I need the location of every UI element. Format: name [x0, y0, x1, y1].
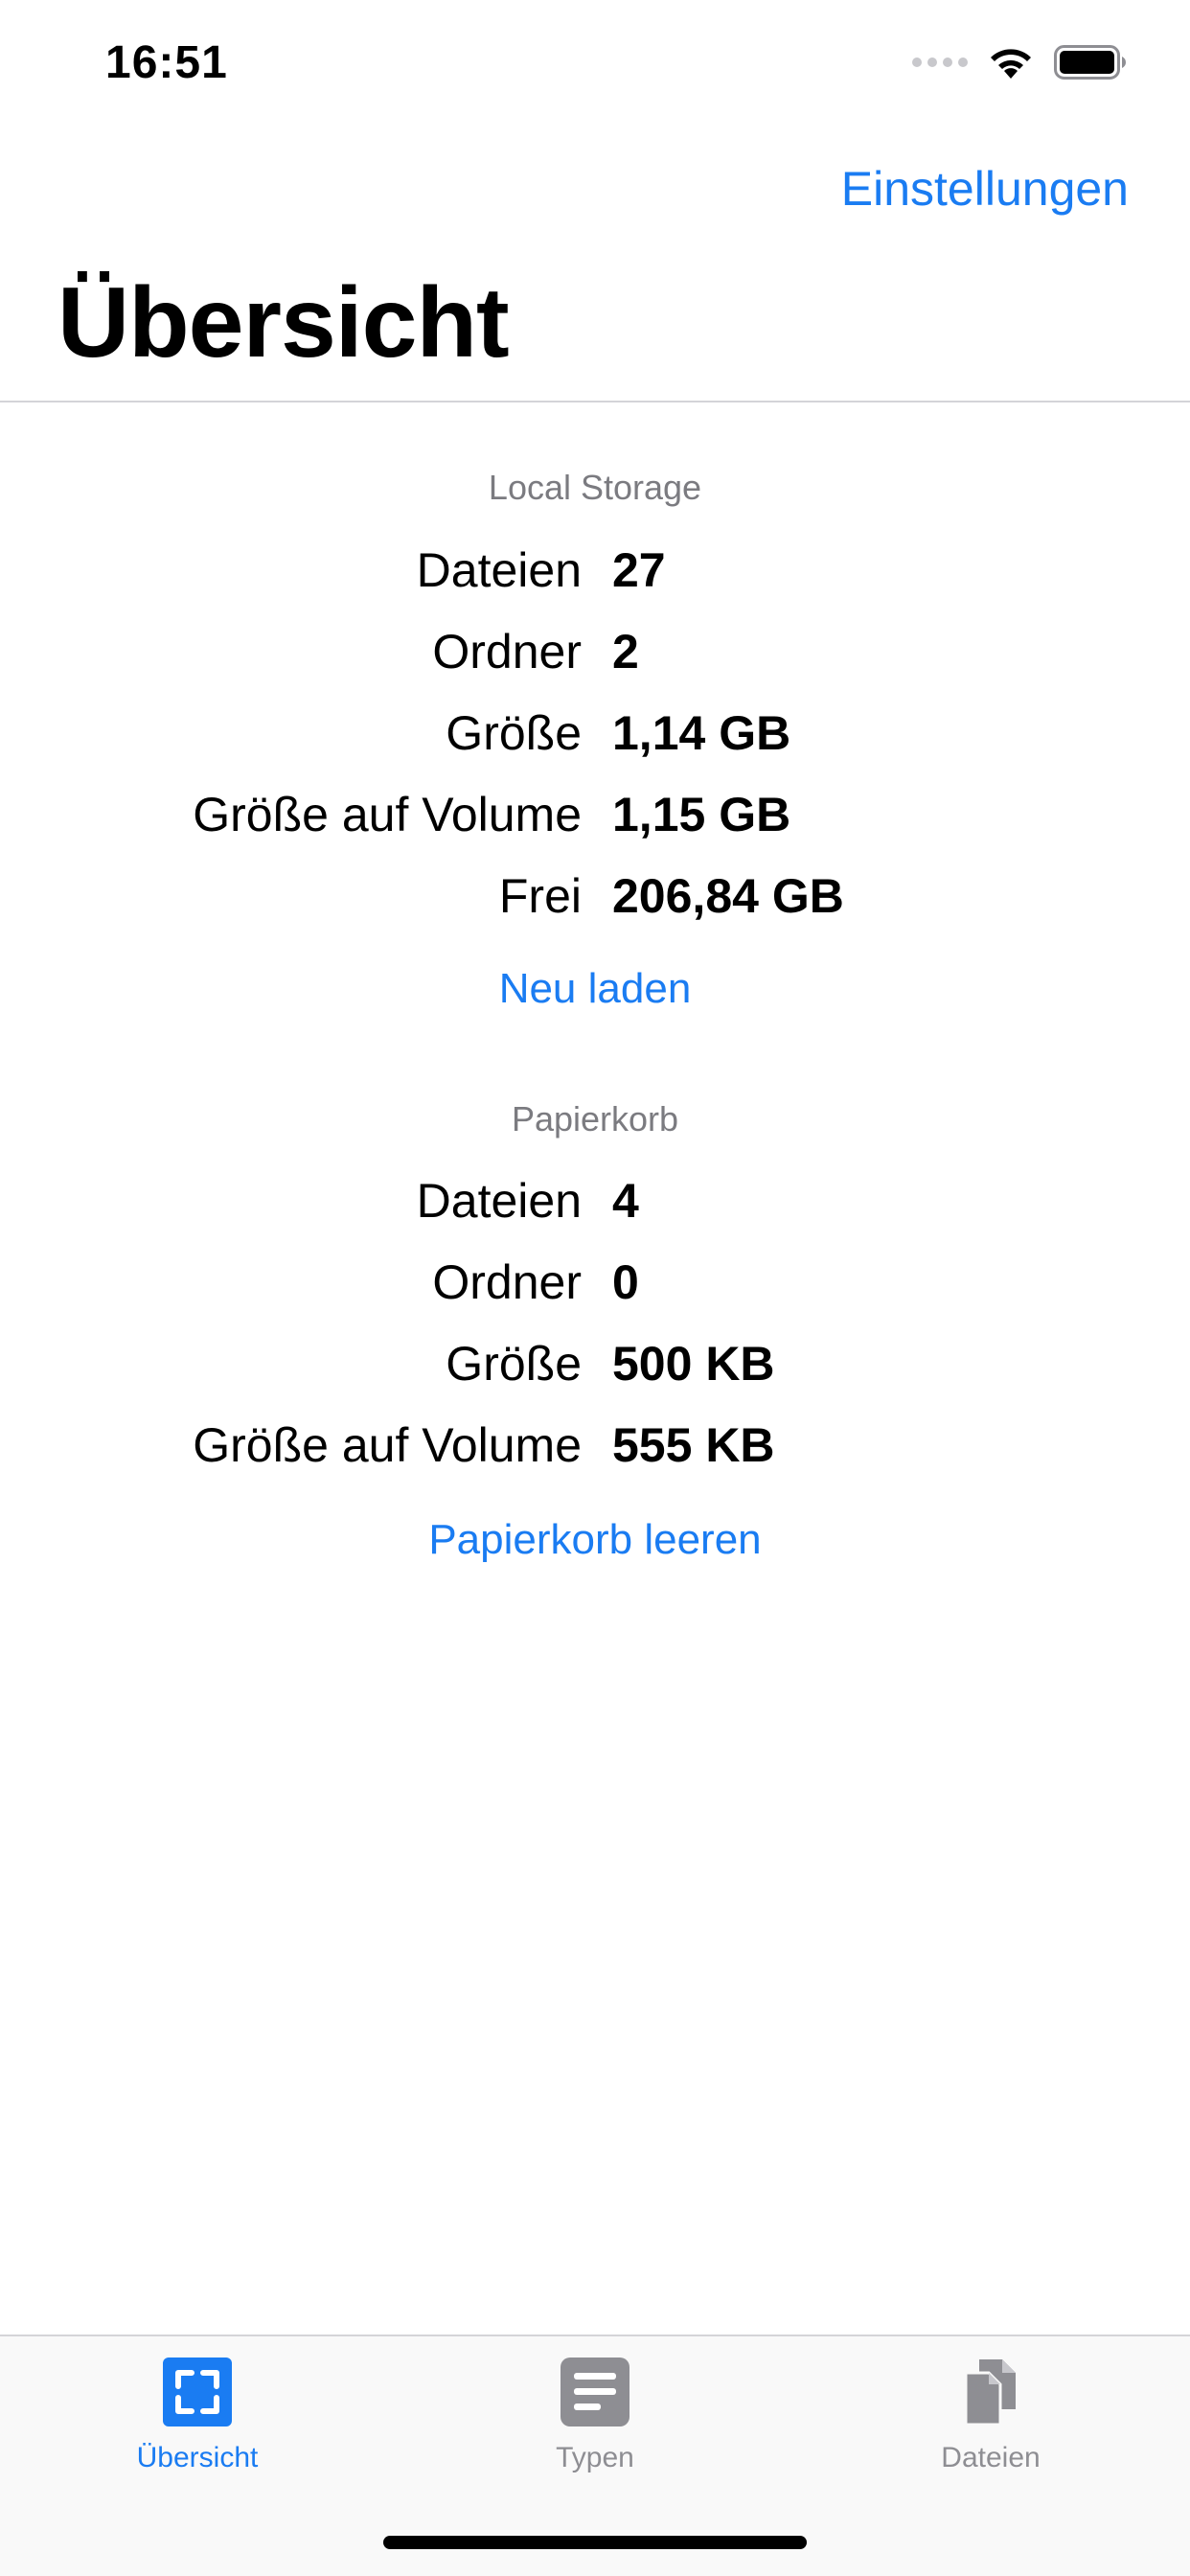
stat-row-size: Größe 1,14 GB: [0, 705, 1190, 772]
stat-row-size-on-volume: Größe auf Volume 1,15 GB: [0, 787, 1190, 854]
stat-label: Größe: [446, 1337, 582, 1391]
tab-label: Übersicht: [136, 2442, 259, 2473]
status-time: 16:51: [105, 37, 228, 88]
tab-label: Dateien: [941, 2442, 1041, 2473]
stat-label: Frei: [498, 869, 582, 923]
settings-button[interactable]: Einstellungen: [841, 161, 1129, 217]
stat-row-files: Dateien 4: [0, 1173, 1190, 1240]
empty-trash-button[interactable]: Papierkorb leeren: [0, 1516, 1190, 1564]
cellular-signal-icon: [912, 58, 968, 67]
tab-types[interactable]: Typen: [470, 2356, 720, 2474]
wifi-icon: [987, 44, 1035, 80]
page-title: Übersicht: [57, 267, 510, 379]
stat-label: Ordner: [432, 1255, 582, 1309]
tab-bar-divider: [0, 2334, 1190, 2336]
stat-value: 1,15 GB: [612, 788, 791, 841]
reload-button[interactable]: Neu laden: [0, 965, 1190, 1013]
types-icon: [559, 2356, 631, 2428]
battery-icon: [1054, 44, 1127, 80]
stat-label: Größe: [446, 706, 582, 760]
stat-label: Größe auf Volume: [193, 1418, 582, 1472]
stat-value: 1,14 GB: [612, 706, 791, 760]
stat-label: Dateien: [416, 1174, 582, 1228]
stat-label: Ordner: [432, 625, 582, 678]
stat-value: 500 KB: [612, 1337, 775, 1391]
stat-value: 555 KB: [612, 1418, 775, 1472]
stat-value: 4: [612, 1174, 639, 1228]
tab-label: Typen: [556, 2442, 634, 2473]
overview-icon: [161, 2356, 234, 2428]
status-icons: [912, 42, 1127, 82]
stat-value: 0: [612, 1255, 639, 1309]
stat-label: Größe auf Volume: [193, 788, 582, 841]
tab-overview[interactable]: Übersicht: [73, 2356, 322, 2474]
stat-row-free: Frei 206,84 GB: [0, 868, 1190, 935]
stat-value: 206,84 GB: [612, 869, 844, 923]
stat-value: 27: [612, 543, 666, 597]
files-icon: [954, 2356, 1027, 2428]
screen: 16:51 Einstellungen Übersicht Local Stor…: [0, 0, 1190, 2576]
section-header-local-storage: Local Storage: [488, 468, 702, 507]
stat-row-folders: Ordner 0: [0, 1254, 1190, 1322]
stat-label: Dateien: [416, 543, 582, 597]
stat-value: 2: [612, 625, 639, 678]
stat-row-size: Größe 500 KB: [0, 1336, 1190, 1403]
stat-row-size-on-volume: Größe auf Volume 555 KB: [0, 1417, 1190, 1484]
home-indicator: [383, 2536, 807, 2549]
tab-files[interactable]: Dateien: [866, 2356, 1115, 2474]
stat-row-files: Dateien 27: [0, 542, 1190, 610]
section-header-trash: Papierkorb: [511, 1099, 679, 1138]
stat-row-folders: Ordner 2: [0, 624, 1190, 691]
nav-divider: [0, 401, 1190, 402]
